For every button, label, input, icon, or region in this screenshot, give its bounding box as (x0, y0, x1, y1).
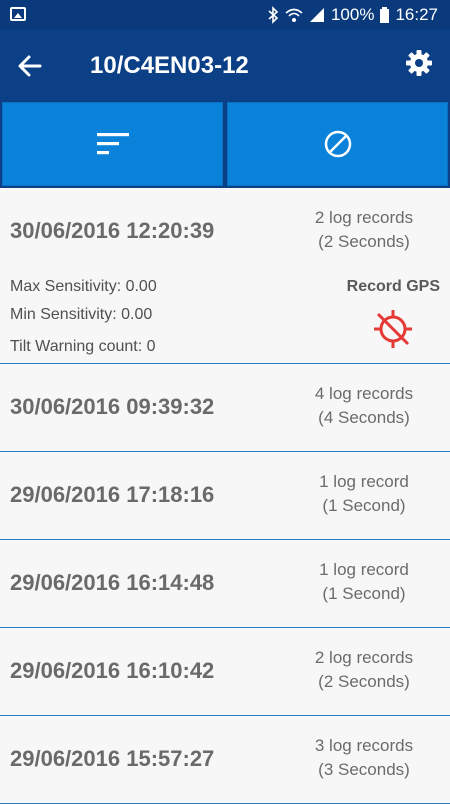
list-item[interactable]: 29/06/2016 15:57:27 3 log records (3 Sec… (0, 716, 450, 804)
bluetooth-icon (268, 6, 279, 24)
log-count: 4 log records (314, 384, 414, 403)
page-title: 10/C4EN03-12 (90, 52, 249, 79)
gear-icon[interactable] (404, 48, 434, 78)
block-button[interactable] (227, 102, 448, 186)
log-duration: (4 Seconds) (318, 408, 410, 427)
record-summary: 4 log records (4 Seconds) (294, 382, 434, 430)
record-date: 30/06/2016 12:20:39 (10, 218, 215, 243)
record-date: 30/06/2016 09:39:32 (10, 394, 215, 419)
list-item[interactable]: 30/06/2016 09:39:32 4 log records (4 Sec… (0, 364, 450, 452)
status-icons: 100% 16:27 (267, 5, 438, 25)
log-count: 3 log records (314, 736, 414, 755)
image-notification-icon (10, 7, 26, 21)
record-date: 29/06/2016 16:10:42 (10, 658, 215, 683)
record-list: 30/06/2016 12:20:39 2 log records (2 Sec… (0, 188, 450, 804)
battery-percent: 100% (330, 5, 375, 24)
status-bar: 100% 16:27 (0, 0, 450, 30)
log-count: 2 log records (314, 648, 414, 667)
log-duration: (1 Second) (322, 496, 406, 515)
log-count: 1 log record (319, 472, 409, 491)
app-bar: 10/C4EN03-12 (0, 30, 450, 102)
record-date: 29/06/2016 16:14:48 (10, 570, 215, 595)
list-item[interactable]: 29/06/2016 16:14:48 1 log record (1 Seco… (0, 540, 450, 628)
record-summary: 3 log records (3 Seconds) (294, 734, 434, 782)
sort-button[interactable] (2, 102, 223, 186)
tilt-warning-count: Tilt Warning count: 0 (10, 338, 156, 355)
list-item[interactable]: 29/06/2016 16:10:42 2 log records (2 Sec… (0, 628, 450, 716)
log-count: 2 log records (314, 208, 414, 227)
min-sensitivity: Min Sensitivity: 0.00 (10, 306, 153, 323)
record-summary: 2 log records (2 Seconds) (294, 646, 434, 694)
sort-icon (96, 133, 129, 155)
gps-off-icon[interactable] (372, 308, 414, 350)
wifi-icon (285, 8, 303, 22)
log-count: 1 log record (319, 560, 409, 579)
signal-icon (309, 8, 324, 22)
record-summary: 2 log records (2 Seconds) (294, 206, 434, 254)
record-date: 29/06/2016 17:18:16 (10, 482, 215, 507)
battery-icon (380, 7, 390, 23)
record-gps-label: Record GPS (346, 278, 440, 295)
list-item[interactable]: 29/06/2016 17:18:16 1 log record (1 Seco… (0, 452, 450, 540)
record-summary: 1 log record (1 Second) (294, 558, 434, 606)
back-arrow-icon[interactable] (12, 48, 48, 84)
clock: 16:27 (395, 5, 438, 24)
max-sensitivity: Max Sensitivity: 0.00 (10, 278, 157, 295)
log-duration: (1 Second) (322, 584, 406, 603)
log-duration: (2 Seconds) (318, 232, 410, 251)
list-item[interactable]: 30/06/2016 12:20:39 2 log records (2 Sec… (0, 188, 450, 364)
log-duration: (3 Seconds) (318, 760, 410, 779)
block-icon (324, 130, 351, 158)
record-summary: 1 log record (1 Second) (294, 470, 434, 518)
record-date: 29/06/2016 15:57:27 (10, 746, 215, 771)
toolbar (0, 102, 450, 188)
log-duration: (2 Seconds) (318, 672, 410, 691)
